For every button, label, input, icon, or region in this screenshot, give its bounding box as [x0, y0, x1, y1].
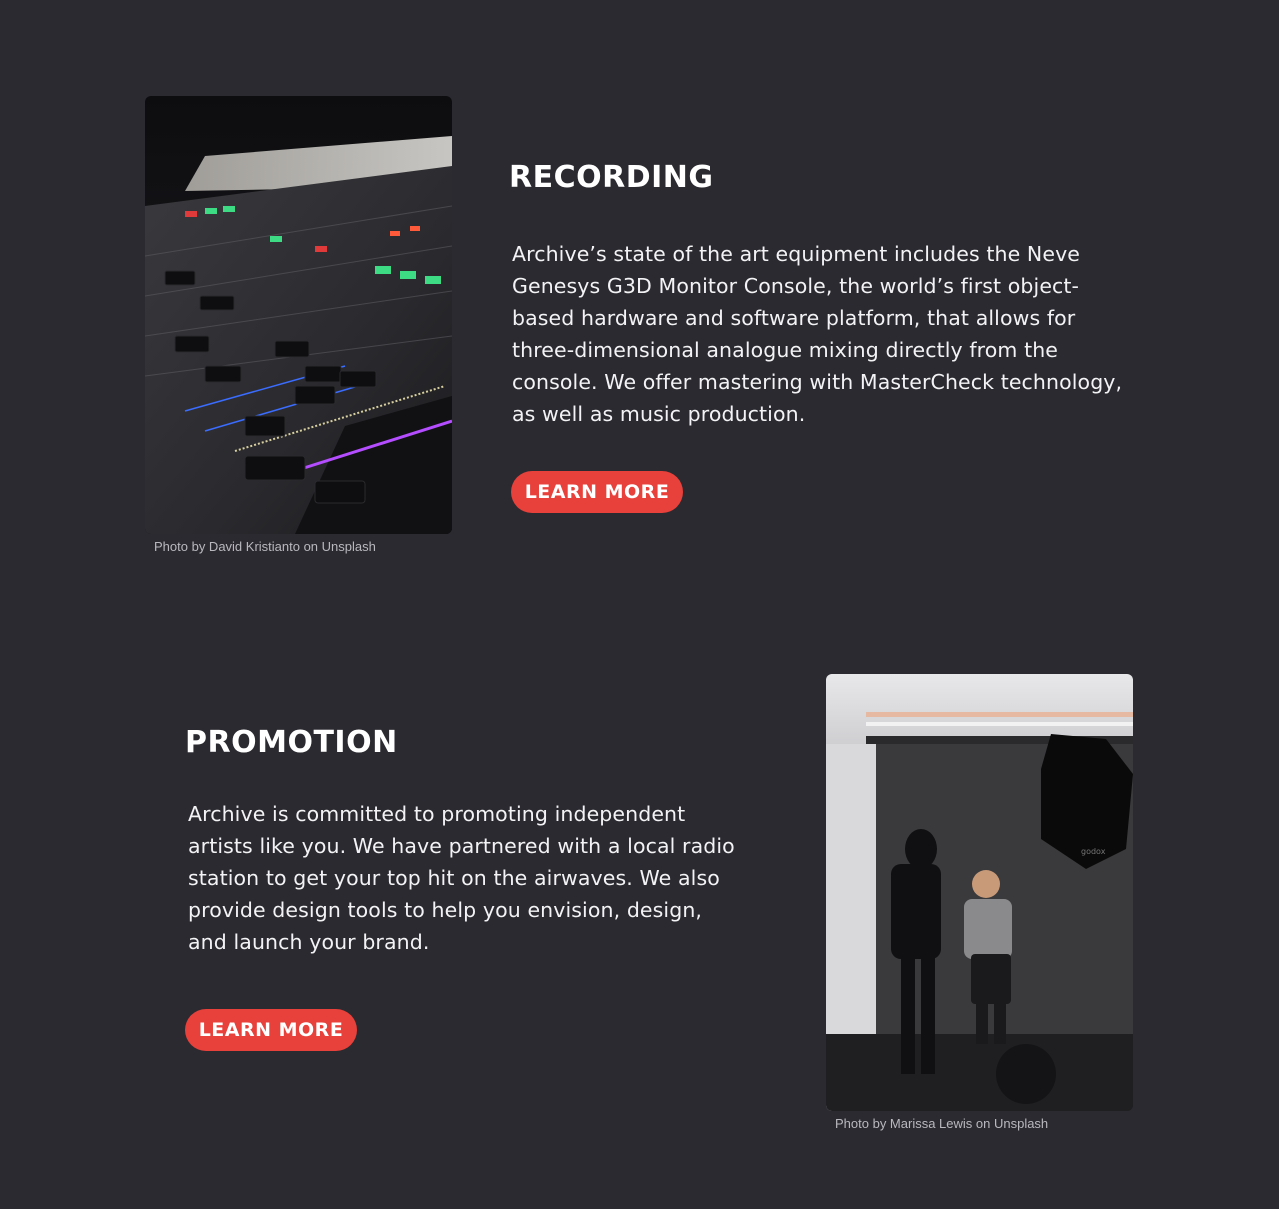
recording-learn-more-button[interactable]: LEARN MORE — [511, 471, 683, 513]
recording-heading: RECORDING — [509, 160, 714, 195]
svg-text:godox: godox — [1081, 847, 1106, 856]
promotion-learn-more-button[interactable]: LEARN MORE — [185, 1009, 357, 1051]
recording-photo — [145, 96, 452, 534]
photo-studio-image: godox — [826, 674, 1133, 1111]
promotion-heading: PROMOTION — [185, 725, 398, 760]
mixing-console-image — [145, 96, 452, 534]
promotion-description: Archive is committed to promoting indepe… — [188, 802, 735, 954]
promotion-photo: godox — [826, 674, 1133, 1111]
recording-photo-caption: Photo by David Kristianto on Unsplash — [154, 539, 376, 554]
recording-description: Archive’s state of the art equipment inc… — [512, 242, 1123, 426]
promotion-photo-caption: Photo by Marissa Lewis on Unsplash — [835, 1116, 1049, 1131]
